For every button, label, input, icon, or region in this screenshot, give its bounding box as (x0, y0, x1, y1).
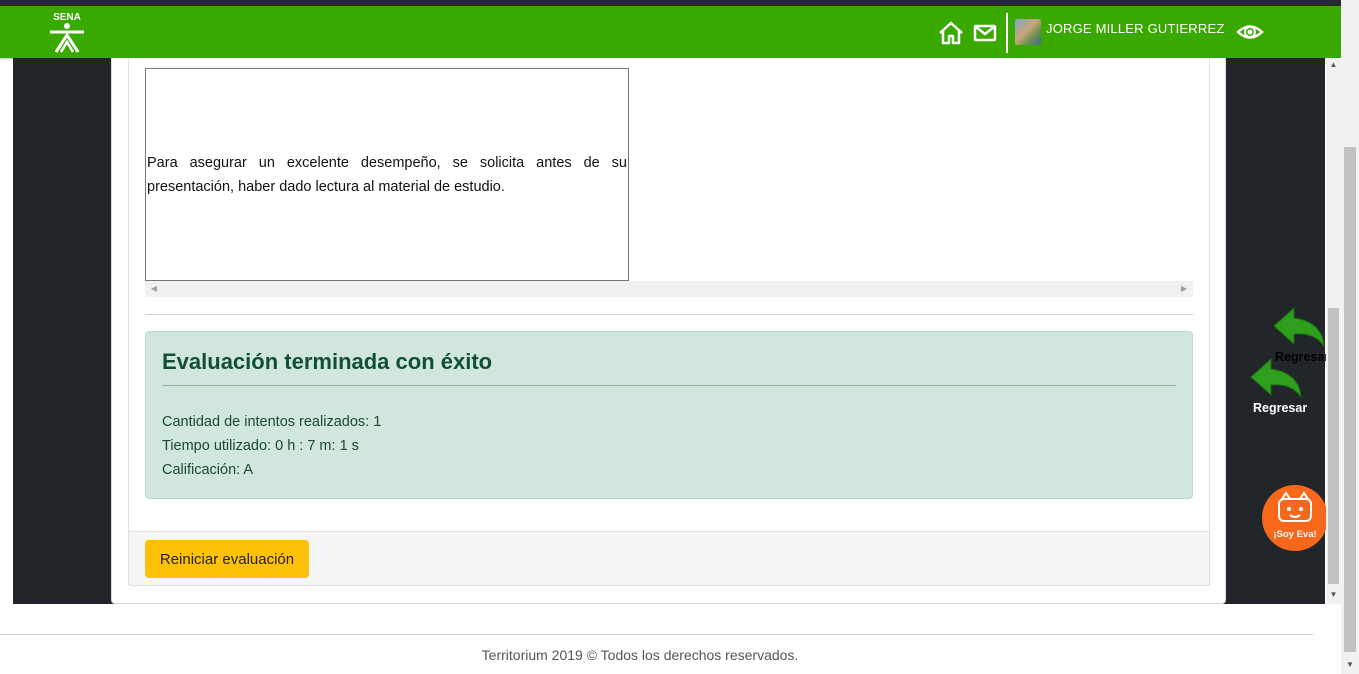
divider (145, 314, 1193, 315)
result-divider (162, 385, 1176, 386)
app-header: SENA JORGE MILLER GUTIERREZ (0, 6, 1341, 58)
eva-label: ¡Soy Eva! (1273, 529, 1317, 540)
scroll-left-icon[interactable]: ◀ (147, 281, 161, 297)
username[interactable]: JORGE MILLER GUTIERREZ (1046, 21, 1224, 36)
scroll-down-icon[interactable]: ▼ (1326, 590, 1341, 599)
back-button-2[interactable]: Regresar (1249, 357, 1313, 417)
back-arrow-icon (1273, 306, 1325, 348)
horizontal-scrollbar[interactable]: ◀ ▶ (145, 281, 1193, 297)
inner-vertical-scrollbar[interactable]: ▲ ▼ (1326, 58, 1341, 604)
eye-icon[interactable] (1236, 19, 1264, 45)
attempts-text: Cantidad de intentos realizados: 1 (162, 414, 382, 430)
back-label-2: Regresar (1253, 401, 1308, 415)
page-scroll-thumb[interactable] (1344, 147, 1356, 652)
result-alert: Evaluación terminada con éxito Cantidad … (145, 331, 1193, 499)
footer-divider (0, 634, 1313, 635)
mail-icon[interactable] (971, 19, 999, 47)
instruction-text: Para asegurar un excelente desempeño, se… (147, 154, 627, 195)
home-icon[interactable] (937, 19, 965, 47)
scroll-up-icon[interactable]: ▲ (1326, 60, 1341, 69)
sena-logo[interactable]: SENA (44, 10, 90, 54)
header-separator (1006, 13, 1008, 53)
avatar[interactable] (1015, 19, 1041, 45)
time-used-text: Tiempo utilizado: 0 h : 7 m: 1 s (162, 438, 359, 454)
logo-text: SENA (53, 12, 81, 23)
page-scroll-down-icon[interactable]: ▼ (1341, 660, 1359, 669)
back-arrow-icon (1250, 357, 1302, 399)
grade-text: Calificación: A (162, 462, 254, 478)
scroll-thumb[interactable] (1328, 308, 1339, 584)
scroll-right-icon[interactable]: ▶ (1177, 281, 1191, 297)
result-title: Evaluación terminada con éxito (162, 349, 493, 374)
soy-eva-assistant[interactable]: ¡Soy Eva! (1262, 485, 1328, 551)
copyright-text: Territorium 2019 © Todos los derechos re… (481, 647, 799, 663)
eva-face-icon (1278, 491, 1312, 522)
page-vertical-scrollbar[interactable]: ▼ (1341, 0, 1359, 674)
restart-evaluation-button[interactable]: Reiniciar evaluación (145, 540, 309, 578)
instruction-box: Para asegurar un excelente desempeño, se… (145, 68, 629, 281)
